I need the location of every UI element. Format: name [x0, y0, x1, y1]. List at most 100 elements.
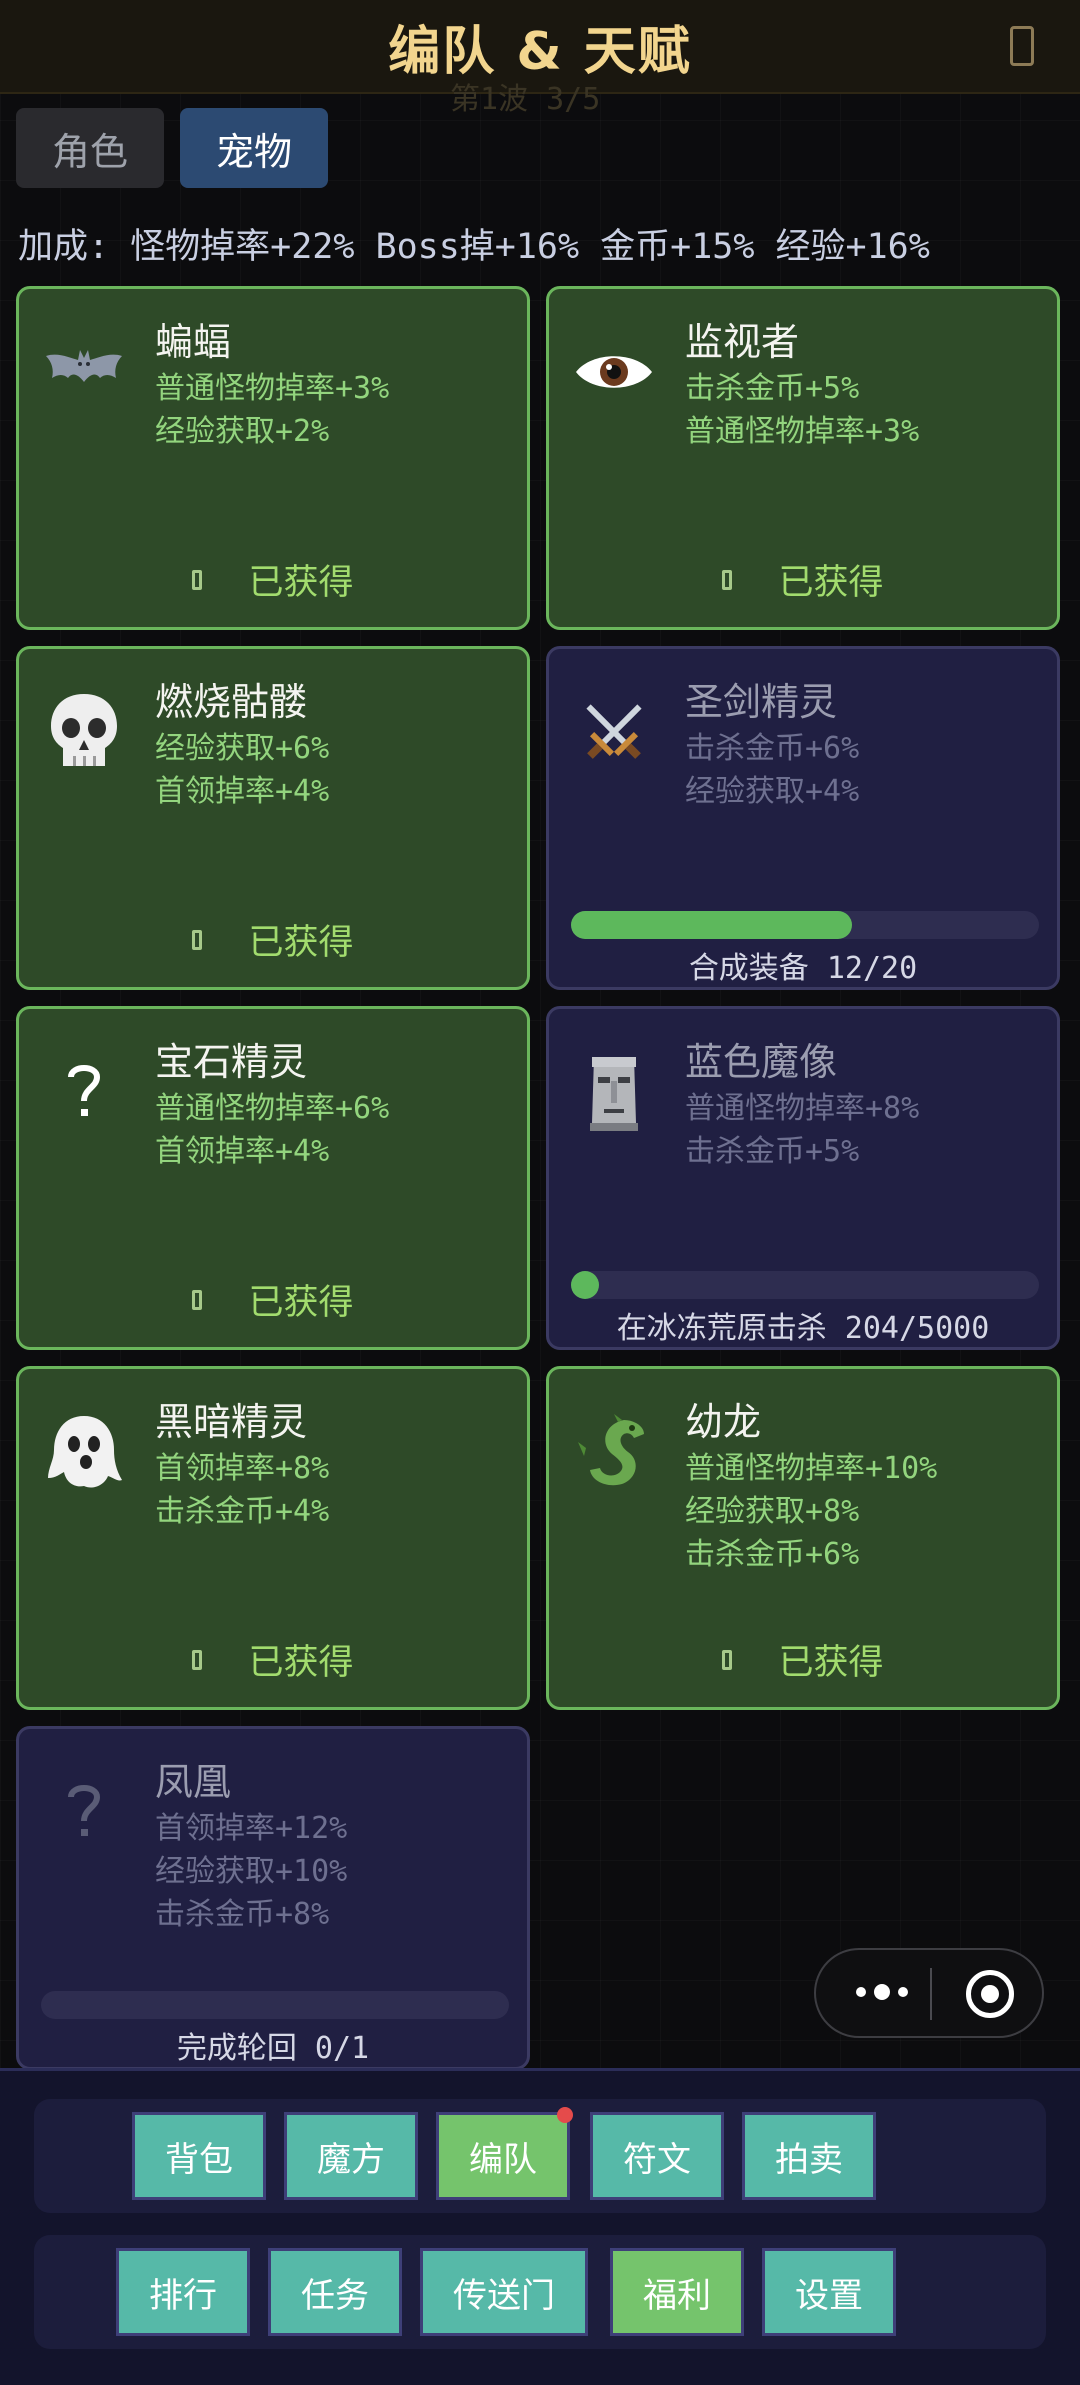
- nav-row-2: 排行 任务 传送门 福利 设置: [34, 2235, 1046, 2349]
- nav-button-1-2[interactable]: 魔方: [284, 2112, 418, 2200]
- more-icon[interactable]: [856, 1984, 908, 2000]
- check-icon: [722, 1649, 733, 1670]
- nav-button-1-3[interactable]: 编队: [436, 2107, 573, 2200]
- moai-icon: [573, 1051, 655, 1133]
- unlock-progress-label: 在冰冻荒原击杀 204/5000: [616, 1311, 990, 1346]
- pet-card-blue-golem[interactable]: 蓝色魔像 普通怪物掉率+8% 击杀金币+5% 在冰冻荒原击杀 204/5000: [546, 1006, 1060, 1350]
- owned-status: 已获得: [19, 554, 527, 605]
- pet-stat: 经验获取+6%: [155, 731, 330, 766]
- pet-stats: 击杀金币+6% 经验获取+4%: [685, 727, 859, 813]
- owned-label: 已获得: [778, 1643, 884, 1683]
- eye-icon: [573, 331, 655, 413]
- pet-name: 黑暗精灵: [155, 1400, 308, 1444]
- pet-stat: 击杀金币+6%: [685, 731, 860, 766]
- dragon-icon: [573, 1411, 655, 1493]
- pet-stat: 经验获取+4%: [685, 774, 860, 809]
- pet-stat: 普通怪物掉率+3%: [685, 414, 920, 449]
- pet-stats: 普通怪物掉率+3% 经验获取+2%: [155, 367, 389, 453]
- pet-card-phoenix[interactable]: 凤凰 首领掉率+12% 经验获取+10% 击杀金币+8% 完成轮回 0/1: [16, 1726, 530, 2070]
- owned-label: 已获得: [248, 923, 354, 963]
- pet-name: 凤凰: [155, 1760, 232, 1804]
- owned-status: 已获得: [549, 1634, 1057, 1685]
- pet-name: 幼龙: [685, 1400, 762, 1444]
- bottom-nav: 背包 魔方 编队 符文 拍卖 排行 任务 传送门 福利 设置: [0, 2068, 1080, 2385]
- owned-status: 已获得: [19, 1634, 527, 1685]
- pet-stat: 首领掉率+4%: [155, 1134, 330, 1169]
- pet-stat: 经验获取+8%: [685, 1494, 860, 1529]
- ghost-icon: [43, 1411, 125, 1493]
- nav-button-2-5[interactable]: 设置: [762, 2248, 896, 2336]
- pet-stat: 首领掉率+8%: [155, 1451, 330, 1486]
- pet-card-dark-spirit[interactable]: 黑暗精灵 首领掉率+8% 击杀金币+4% 已获得: [16, 1366, 530, 1710]
- pet-card-watcher[interactable]: 监视者 击杀金币+5% 普通怪物掉率+3% 已获得: [546, 286, 1060, 630]
- skull-icon: [43, 691, 125, 773]
- check-icon: [192, 1649, 203, 1670]
- nav-button-2-4[interactable]: 福利: [610, 2248, 744, 2336]
- owned-label: 已获得: [248, 563, 354, 603]
- pet-card-baby-dragon[interactable]: 幼龙 普通怪物掉率+10% 经验获取+8% 击杀金币+6% 已获得: [546, 1366, 1060, 1710]
- capsule-menu: [814, 1948, 1044, 2038]
- pet-stats: 首领掉率+8% 击杀金币+4%: [155, 1447, 329, 1533]
- owned-label: 已获得: [248, 1643, 354, 1683]
- bonus-summary: 加成: 怪物掉率+22% Boss掉+16% 金币+15% 经验+16%: [18, 227, 930, 267]
- progress-fill: [571, 1271, 599, 1299]
- pet-stat: 首领掉率+12%: [155, 1811, 348, 1846]
- crossed-swords-icon: [573, 691, 655, 773]
- tab-characters[interactable]: 角色: [16, 108, 164, 188]
- pet-stat: 普通怪物掉率+6%: [155, 1091, 390, 1126]
- pet-name: 燃烧骷髅: [155, 680, 308, 724]
- pet-stats: 普通怪物掉率+10% 经验获取+8% 击杀金币+6%: [685, 1447, 937, 1576]
- pet-stat: 击杀金币+5%: [685, 1134, 860, 1169]
- pet-stat: 普通怪物掉率+3%: [155, 371, 390, 406]
- pet-stats: 普通怪物掉率+8% 击杀金币+5%: [685, 1087, 919, 1173]
- pet-stats: 普通怪物掉率+6% 首领掉率+4%: [155, 1087, 389, 1173]
- pet-stat: 普通怪物掉率+8%: [685, 1091, 920, 1126]
- owned-label: 已获得: [248, 1283, 354, 1323]
- pet-name: 宝石精灵: [155, 1040, 308, 1084]
- notification-dot: [557, 2107, 573, 2123]
- wave-indicator: 第1波 3/5: [450, 82, 601, 117]
- pet-stat: 击杀金币+6%: [685, 1537, 860, 1572]
- pet-card-holy-sword-spirit[interactable]: 圣剑精灵 击杀金币+6% 经验获取+4% 合成装备 12/20: [546, 646, 1060, 990]
- pet-name: 蓝色魔像: [685, 1040, 838, 1084]
- tab-pets[interactable]: 宠物: [180, 108, 328, 188]
- pet-card-burning-skeleton[interactable]: 燃烧骷髅 经验获取+6% 首领掉率+4% 已获得: [16, 646, 530, 990]
- owned-label: 已获得: [778, 563, 884, 603]
- pet-name: 监视者: [685, 320, 800, 364]
- nav-button-1-4[interactable]: 符文: [590, 2112, 724, 2200]
- capsule-divider: [930, 1968, 932, 2020]
- menu-icon[interactable]: [1010, 26, 1034, 66]
- pet-stat: 普通怪物掉率+10%: [685, 1451, 938, 1486]
- unlock-progress-label: 完成轮回 0/1: [176, 2031, 370, 2066]
- nav-button-1-1[interactable]: 背包: [132, 2112, 266, 2200]
- nav-button-2-3[interactable]: 传送门: [420, 2248, 588, 2336]
- pet-stats: 首领掉率+12% 经验获取+10% 击杀金币+8%: [155, 1807, 347, 1936]
- check-icon: [192, 1289, 203, 1310]
- owned-status: 已获得: [19, 914, 527, 965]
- nav-row-1: 背包 魔方 编队 符文 拍卖: [34, 2099, 1046, 2213]
- owned-status: 已获得: [549, 554, 1057, 605]
- pet-card-bat[interactable]: 蝙蝠 普通怪物掉率+3% 经验获取+2% 已获得: [16, 286, 530, 630]
- nav-button-2-1[interactable]: 排行: [116, 2248, 250, 2336]
- question-icon: [43, 1051, 125, 1133]
- progress-fill: [571, 911, 852, 939]
- pet-stat: 击杀金币+5%: [685, 371, 860, 406]
- close-target-icon[interactable]: [966, 1970, 1014, 2018]
- unlock-progress-label: 合成装备 12/20: [688, 951, 918, 986]
- pet-stat: 经验获取+10%: [155, 1854, 348, 1889]
- pet-card-gem-spirit[interactable]: 宝石精灵 普通怪物掉率+6% 首领掉率+4% 已获得: [16, 1006, 530, 1350]
- bat-icon: [43, 331, 125, 413]
- unlock-progress-bar: [571, 1271, 1039, 1299]
- unlock-progress-bar: [571, 911, 1039, 939]
- pet-stats: 击杀金币+5% 普通怪物掉率+3%: [685, 367, 919, 453]
- page-title: 编队 & 天赋: [388, 21, 692, 82]
- pet-stat: 击杀金币+8%: [155, 1897, 330, 1932]
- pet-stat: 击杀金币+4%: [155, 1494, 330, 1529]
- owned-status: 已获得: [19, 1274, 527, 1325]
- pet-stats: 经验获取+6% 首领掉率+4%: [155, 727, 329, 813]
- nav-button-1-5[interactable]: 拍卖: [742, 2112, 876, 2200]
- check-icon: [192, 569, 203, 590]
- question-icon: [43, 1771, 125, 1853]
- check-icon: [722, 569, 733, 590]
- nav-button-2-2[interactable]: 任务: [268, 2248, 402, 2336]
